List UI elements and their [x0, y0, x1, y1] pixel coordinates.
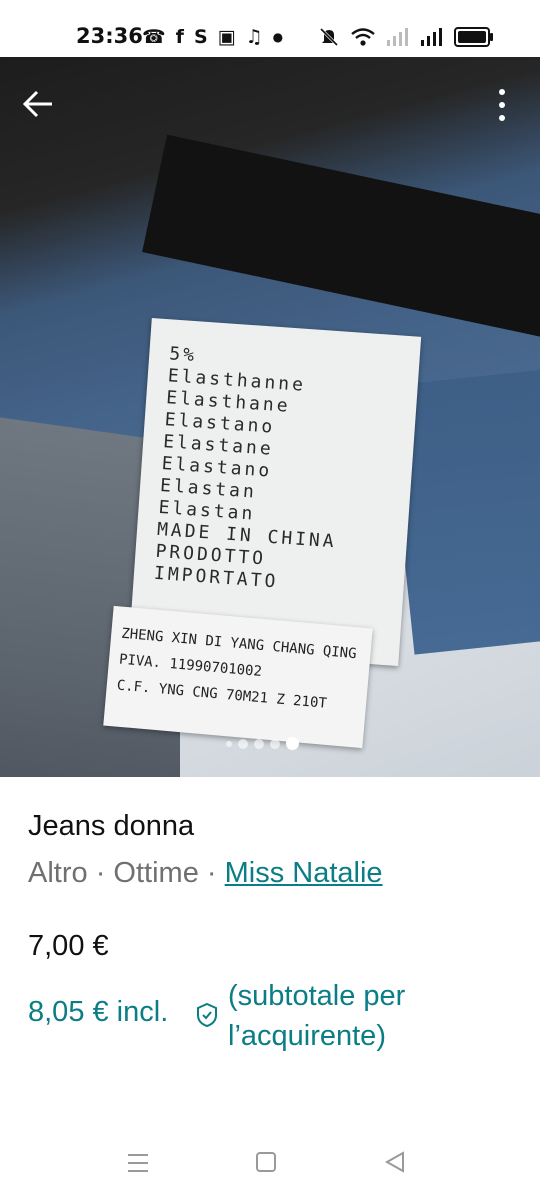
pager-dot[interactable]	[254, 738, 264, 749]
product-category: Altro	[28, 857, 88, 889]
whatsapp-icon: ☎	[142, 26, 166, 48]
shield-check-icon[interactable]	[196, 1002, 218, 1028]
care-label-text: 5% Elasthanne Elasthane Elastano Elastane Ela…	[153, 343, 409, 601]
seller-link[interactable]: Miss Natalie	[225, 857, 383, 889]
meta-separator: ·	[87, 857, 114, 889]
mute-icon	[319, 27, 339, 47]
importer-label-text: ZHENG XIN DI YANG CHANG QING PIVA. 119907…	[116, 621, 358, 719]
more-options-icon[interactable]	[488, 86, 516, 124]
product-condition: Ottime	[113, 857, 199, 889]
pager-dot[interactable]	[270, 738, 280, 749]
signal-icon	[421, 28, 442, 46]
signal-icon	[387, 28, 408, 46]
instagram-icon: ▣	[217, 26, 236, 48]
product-title: Jeans donna	[28, 810, 195, 842]
battery-icon	[454, 27, 493, 47]
system-icons	[318, 24, 493, 50]
image-pager[interactable]	[226, 737, 299, 750]
dot-icon: ●	[272, 30, 284, 44]
pager-dot[interactable]	[226, 740, 232, 747]
pager-dot[interactable]	[238, 738, 248, 749]
recent-apps-icon[interactable]	[126, 1152, 150, 1174]
product-meta: Altro · Ottime · Miss Natalie	[28, 857, 383, 890]
facebook-icon: f	[175, 26, 184, 48]
wifi-icon	[351, 28, 375, 46]
tiktok-icon: ♫	[245, 26, 263, 48]
pager-dot-active[interactable]	[286, 737, 299, 750]
meta-separator: ·	[198, 857, 225, 889]
notification-icons: ☎ f S ▣ ♫ ●	[142, 24, 283, 50]
s-app-icon: S	[193, 26, 208, 48]
back-arrow-icon[interactable]	[20, 86, 56, 122]
home-icon[interactable]	[256, 1152, 276, 1172]
product-price: 7,00 €	[28, 930, 109, 962]
status-time: 23:36	[76, 24, 143, 48]
product-photo[interactable]: 5% Elasthanne Elasthane Elastano Elastane Ela…	[0, 57, 540, 777]
total-price-note: (subtotale per l’acquirente)	[228, 980, 406, 1052]
importer-label: ZHENG XIN DI YANG CHANG QING PIVA. 119907…	[103, 605, 373, 749]
total-price[interactable]: 8,05 € incl.	[28, 996, 168, 1029]
nav-back-icon[interactable]	[384, 1150, 406, 1174]
